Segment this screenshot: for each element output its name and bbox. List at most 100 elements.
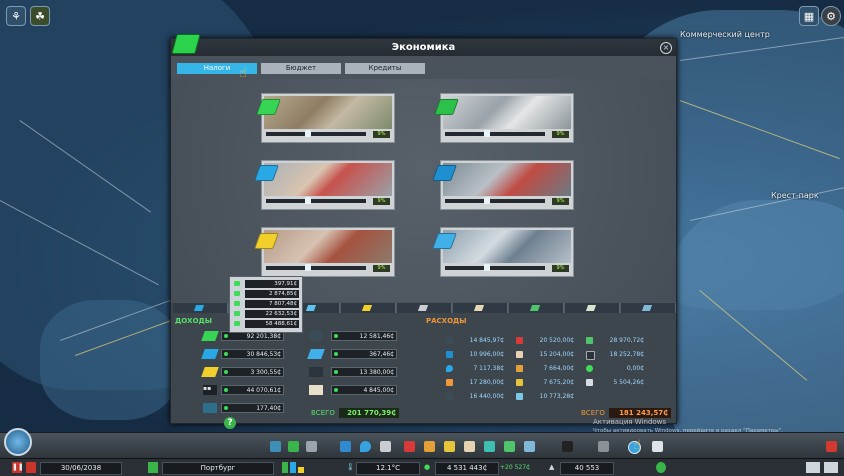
commercial-income-icon <box>201 349 219 359</box>
breakdown-row: 2 874,85₵ <box>233 290 299 298</box>
map-label-commercial-center: Коммерческий центр <box>680 30 770 39</box>
slider-handle[interactable] <box>483 130 490 137</box>
income-total: ВСЕГО 201 770,39₵ <box>311 408 401 418</box>
category-tab-industrial[interactable] <box>341 303 396 313</box>
tax-rate: 9% <box>373 131 390 138</box>
fire-department-icon[interactable] <box>424 441 435 452</box>
roads-icon[interactable] <box>270 441 281 452</box>
window-titlebar[interactable]: Экономика × <box>171 34 676 56</box>
zone-image <box>264 163 392 196</box>
tax-slider[interactable] <box>445 130 545 137</box>
policies-icon[interactable] <box>652 441 663 452</box>
districts-icon[interactable] <box>306 441 317 452</box>
residential-income-breakdown: 397,91₵ 2 874,85₵ 7 807,48₵ 22 632,53₵ 5… <box>229 276 303 333</box>
office-income-icon: ▪▪ <box>203 385 217 395</box>
photo-mode-icon[interactable]: ▦ <box>799 6 819 26</box>
transport-income-icon <box>309 331 323 341</box>
game-date: 30/06/2038 <box>40 462 122 475</box>
zone-card-industrial: 9% <box>261 227 395 277</box>
expenses-total: ВСЕГО 181 243,57₵ <box>581 408 673 418</box>
income-value: 44 070,61₵ <box>221 385 284 395</box>
zone-image <box>264 96 392 129</box>
advisor-icon[interactable]: ☘ <box>30 6 50 26</box>
zone-image <box>443 163 571 196</box>
city-name[interactable]: Портбург <box>162 462 274 475</box>
tab-loans[interactable]: Кредиты <box>345 63 425 74</box>
pause-icon[interactable]: ❚❚ <box>12 462 24 473</box>
income-title: ДОХОДЫ <box>175 317 213 325</box>
tax-slider[interactable] <box>445 264 545 271</box>
info-views-icon[interactable] <box>824 462 838 473</box>
bulldozer-icon[interactable] <box>826 441 837 452</box>
parks-income-icon <box>309 367 323 377</box>
tax-slider[interactable] <box>266 130 366 137</box>
tax-rate: 9% <box>552 198 569 205</box>
status-bar: ❚❚ 30/06/2038 Портбург 🌡 12.1°C ● 4 531 … <box>0 458 844 476</box>
tax-slider[interactable] <box>445 197 545 204</box>
tax-rate: 9% <box>373 198 390 205</box>
pointer-hand-icon: ☝ <box>633 438 641 453</box>
category-tab-residential[interactable] <box>173 303 228 313</box>
income-value: 30 846,53₵ <box>221 349 284 359</box>
tax-rate: 9% <box>373 265 390 272</box>
slider-handle[interactable] <box>483 197 490 204</box>
police-icon[interactable] <box>444 441 455 452</box>
electricity-icon[interactable] <box>340 441 351 452</box>
zone-card-residential-low: 9% <box>261 93 395 143</box>
zoning-icon[interactable] <box>288 441 299 452</box>
happiness-icon <box>656 462 666 473</box>
zone-image <box>443 230 571 263</box>
thermometer-icon: 🌡 <box>346 463 355 471</box>
zone-image <box>443 96 571 129</box>
zone-image <box>264 230 392 263</box>
garbage-icon[interactable] <box>380 441 391 452</box>
economy-window: Экономика × Налоги Бюджет Кредиты ☝ 9% 9… <box>170 34 677 424</box>
breakdown-row: 22 632,53₵ <box>233 310 299 318</box>
unlock-milestones-icon[interactable]: ⚘ <box>6 6 26 26</box>
speed-icon[interactable] <box>26 462 36 473</box>
income-value: 177,40₵ <box>221 403 284 413</box>
tourism-income-icon <box>203 403 217 413</box>
category-tab-transport[interactable] <box>397 303 452 313</box>
expenses-title: РАСХОДЫ <box>426 317 467 325</box>
slider-handle[interactable] <box>304 197 311 204</box>
tax-slider[interactable] <box>266 197 366 204</box>
tax-zones-area: 9% 9% 9% 9% 9% 9% <box>171 79 676 302</box>
category-tab-parks[interactable] <box>509 303 564 313</box>
category-tab-services[interactable] <box>453 303 508 313</box>
camera-icon[interactable] <box>806 462 820 473</box>
city-money: 4 531 443₵ <box>435 462 499 475</box>
help-icon[interactable]: ? <box>224 417 236 429</box>
income-value: 4 845,00₵ <box>331 385 397 395</box>
slider-handle[interactable] <box>304 264 311 271</box>
monuments-icon[interactable] <box>562 441 573 452</box>
chirper-menu-icon[interactable] <box>4 428 32 456</box>
tax-rate: 9% <box>552 265 569 272</box>
slider-handle[interactable] <box>304 130 311 137</box>
income-value: 3 300,55₵ <box>221 367 284 377</box>
income-value: 12 581,46₵ <box>331 331 397 341</box>
zone-card-commercial-high: 9% <box>440 160 574 210</box>
gear-icon[interactable]: ⚙ <box>821 6 841 26</box>
city-info-icon[interactable] <box>148 462 158 473</box>
education-icon[interactable] <box>464 441 475 452</box>
income-value: 13 380,00₵ <box>331 367 397 377</box>
zone-card-office: 9% <box>440 227 574 277</box>
slider-handle[interactable] <box>483 264 490 271</box>
public-transport-icon[interactable] <box>484 441 495 452</box>
category-tab-tourism[interactable] <box>565 303 620 313</box>
tab-budget[interactable]: Бюджет <box>261 63 341 74</box>
tax-rate: 9% <box>552 131 569 138</box>
tax-slider[interactable] <box>266 264 366 271</box>
close-icon[interactable]: × <box>660 42 672 54</box>
landscaping-icon[interactable] <box>598 441 609 452</box>
parks-icon[interactable] <box>504 441 515 452</box>
industrial-income-icon <box>201 367 219 377</box>
water-icon[interactable] <box>360 441 371 452</box>
category-tab-industry-areas[interactable] <box>621 303 676 313</box>
map-label-krest-park: Крест-парк <box>771 191 819 200</box>
unique-buildings-icon[interactable] <box>524 441 535 452</box>
breakdown-row: 58 488,61₵ <box>233 320 299 328</box>
healthcare-icon[interactable] <box>404 441 415 452</box>
income-value: 367,46₵ <box>331 349 397 359</box>
